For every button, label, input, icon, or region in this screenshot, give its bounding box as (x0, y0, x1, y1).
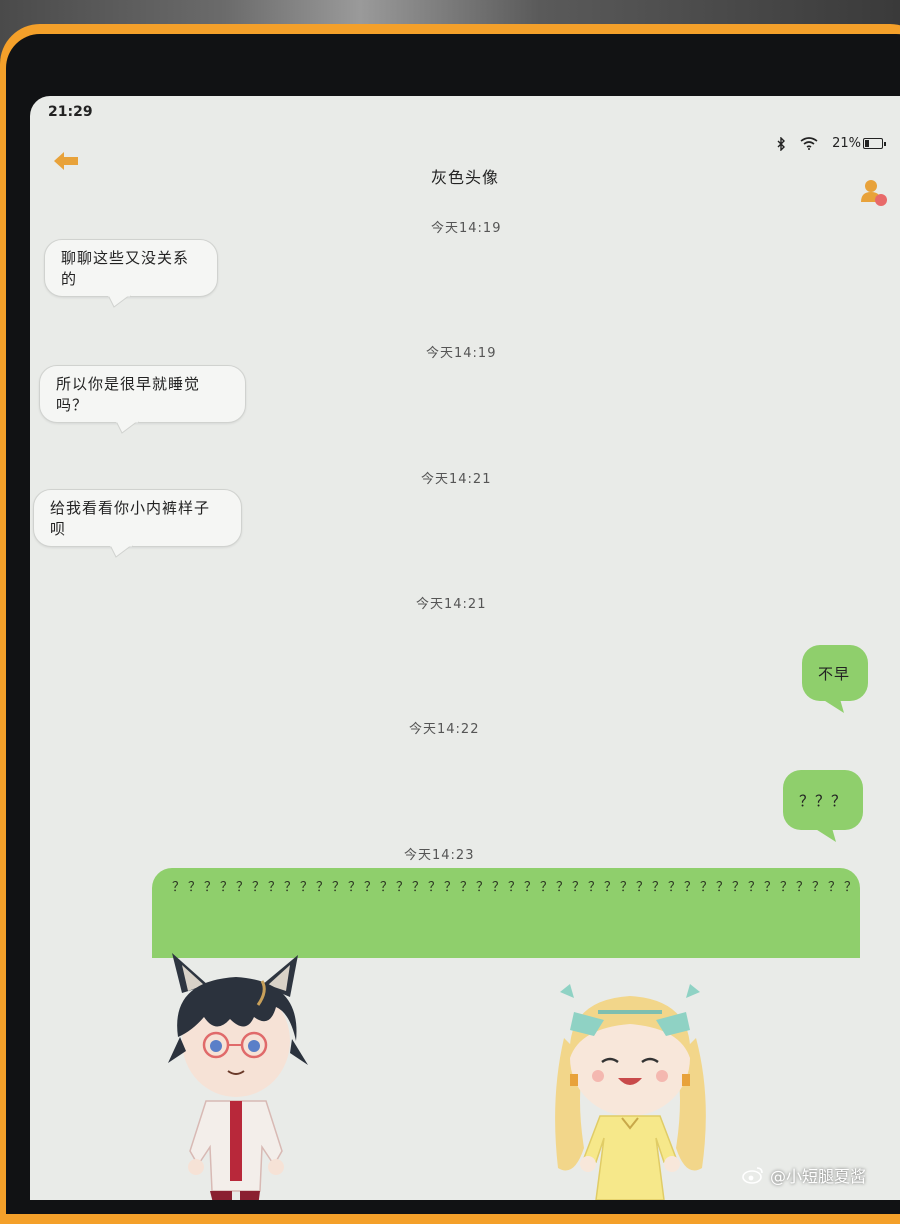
chat-screen: 21:29 21% 灰色头像 今天14:19 聊聊这些又没关系的 今天14:19… (30, 96, 900, 1200)
message-list: 今天14:19 聊聊这些又没关系的 今天14:19 所以你是很早就睡觉吗？ 今天… (30, 96, 900, 1200)
message-text: 不早 (818, 664, 851, 683)
incoming-message-bubble[interactable]: 给我看看你小内裤样子呗 (33, 489, 242, 547)
outgoing-message-bubble[interactable]: 不早 (802, 645, 868, 701)
message-timestamp: 今天14:19 (426, 346, 497, 361)
watermark-text: @小短腿夏酱 (770, 1167, 867, 1186)
watermark: @小短腿夏酱 (742, 1163, 866, 1187)
bubble-tail (822, 699, 844, 713)
message-timestamp: 今天14:21 (416, 597, 487, 612)
incoming-message-bubble[interactable]: 所以你是很早就睡觉吗？ (39, 365, 246, 423)
message-text: ？？？ (799, 791, 848, 810)
incoming-message-bubble[interactable]: 聊聊这些又没关系的 (44, 239, 218, 297)
message-timestamp: 今天14:19 (431, 221, 502, 236)
bubble-tail (110, 545, 133, 558)
message-text: ？？？？？？？？？？？？？？？？？？？？？？？？？？？？？？？？？？？？？？？？… (172, 880, 860, 895)
weibo-icon (742, 1167, 763, 1184)
bubble-tail (108, 295, 131, 308)
bubble-tail (814, 828, 836, 842)
message-text: 给我看看你小内裤样子呗 (50, 499, 211, 538)
outgoing-message-bubble[interactable]: ？？？？？？？？？？？？？？？？？？？？？？？？？？？？？？？？？？？？？？？？… (152, 868, 860, 958)
girl-avatar (555, 984, 706, 1200)
boy-avatar (168, 953, 308, 1200)
message-timestamp: 今天14:22 (409, 722, 480, 737)
outgoing-message-bubble[interactable]: ？？？ (783, 770, 863, 830)
message-timestamp: 今天14:21 (421, 472, 492, 487)
message-text: 聊聊这些又没关系的 (61, 249, 190, 288)
message-timestamp: 今天14:23 (404, 848, 475, 863)
bubble-tail (116, 421, 139, 434)
message-text: 所以你是很早就睡觉吗？ (56, 375, 201, 414)
